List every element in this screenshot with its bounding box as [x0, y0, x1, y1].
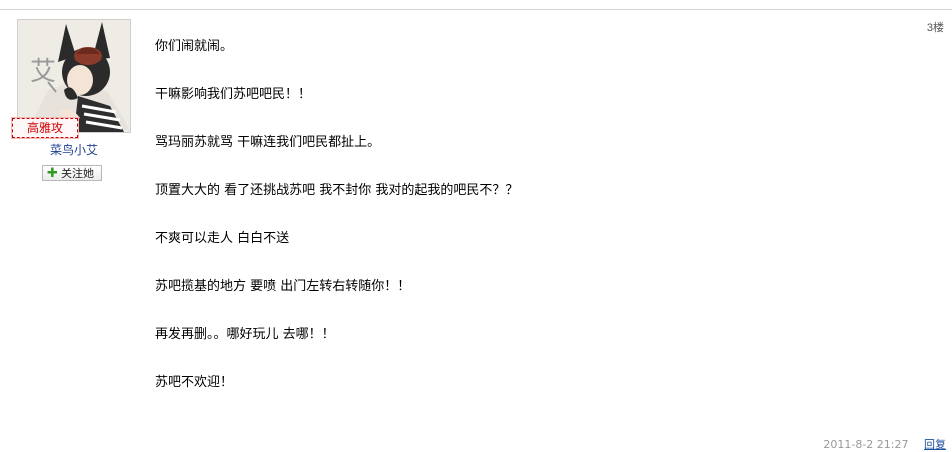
- post-line: 苏吧揽基的地方 要喷 出门左转右转随你！！: [155, 279, 411, 294]
- post-line: 骂玛丽苏就骂 干嘛连我们吧民都扯上。: [155, 135, 381, 150]
- avatar-image: 艾: [18, 20, 130, 132]
- avatar-watermark: 艾: [30, 57, 56, 87]
- title-badge: 高雅攻: [11, 117, 79, 139]
- post-timestamp: 2011-8-2 21:27: [823, 438, 909, 451]
- post-line: 苏吧不欢迎！: [155, 375, 234, 390]
- follow-button-label: 关注她: [61, 167, 94, 180]
- post-divider: [0, 9, 952, 10]
- post-footer: 2011-8-2 21:27 回复: [823, 436, 946, 452]
- post-line: 再发再删。。哪好玩儿 去哪！！: [155, 327, 335, 342]
- follow-button[interactable]: ✚ 关注她: [42, 165, 102, 181]
- post-line: 顶置大大的 看了还挑战苏吧 我不封你 我对的起我的吧民不？？: [155, 183, 519, 198]
- post-line: 干嘛影响我们苏吧吧民！！: [155, 87, 312, 102]
- avatar[interactable]: 艾: [17, 19, 131, 133]
- reply-link[interactable]: 回复: [924, 438, 946, 451]
- post-content: 你们闹就闹。 干嘛影响我们苏吧吧民！！ 骂玛丽苏就骂 干嘛连我们吧民都扯上。 顶…: [155, 38, 915, 422]
- post-line: 不爽可以走人 白白不送: [155, 231, 290, 246]
- floor-number: 3楼: [926, 22, 944, 34]
- username-link[interactable]: 菜鸟小艾: [0, 141, 148, 158]
- post-line: 你们闹就闹。: [155, 39, 234, 54]
- plus-icon: ✚: [47, 166, 58, 181]
